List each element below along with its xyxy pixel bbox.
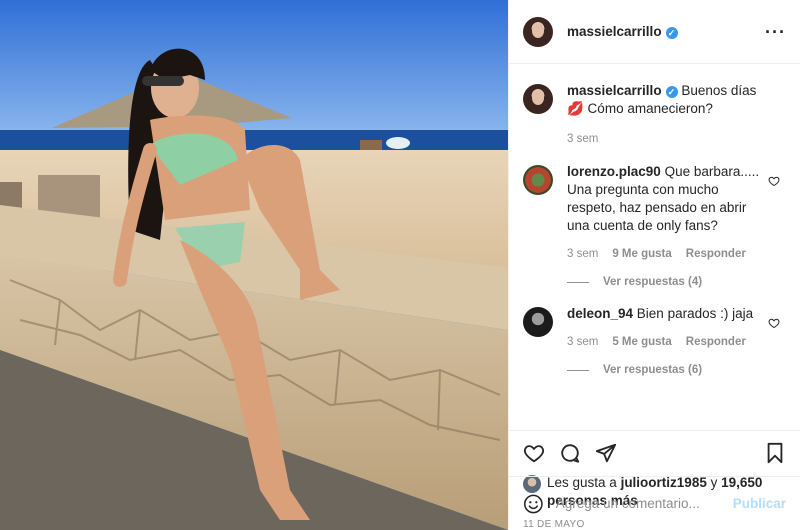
publish-button[interactable]: Publicar [733, 496, 786, 511]
verified-icon: ✓ [665, 27, 678, 39]
heart-icon[interactable] [523, 442, 545, 464]
post-sidebar: massielcarrillo ✓ ··· massielcarrillo ✓ Bu… [508, 0, 800, 530]
post-header: massielcarrillo ✓ ··· [509, 0, 800, 64]
emoji-icon[interactable] [523, 492, 544, 516]
list-item: deleon_94 Bien parados :) jaja 3 sem 5 M… [523, 305, 784, 348]
add-comment-bar: Publicar [509, 476, 800, 530]
caption-username[interactable]: massielcarrillo [567, 83, 662, 98]
comment-username[interactable]: deleon_94 [567, 306, 633, 321]
comment-username[interactable]: lorenzo.plac90 [567, 164, 661, 179]
comment-time[interactable]: 3 sem [567, 248, 598, 260]
bookmark-icon[interactable] [764, 442, 786, 464]
reply-button[interactable]: Responder [686, 336, 746, 348]
author-username[interactable]: massielcarrillo ✓ [567, 24, 678, 39]
post-photo[interactable] [0, 0, 508, 530]
view-replies-label: Ver respuestas (6) [603, 364, 703, 376]
caption-time[interactable]: 3 sem [567, 133, 598, 145]
avatar[interactable] [523, 307, 553, 337]
comment-icon[interactable] [559, 442, 581, 464]
beach-photo [0, 0, 508, 530]
comments-list: massielcarrillo ✓ Buenos días 💋 Cómo aman… [509, 64, 800, 430]
avatar[interactable] [523, 84, 553, 114]
heart-icon[interactable] [768, 317, 780, 329]
comment-time[interactable]: 3 sem [567, 336, 598, 348]
comment-input[interactable] [555, 496, 733, 511]
divider [567, 369, 589, 371]
avatar[interactable] [523, 165, 553, 195]
divider [567, 281, 589, 283]
caption: massielcarrillo ✓ Buenos días 💋 Cómo aman… [523, 82, 784, 145]
view-replies-button[interactable]: Ver respuestas (4) [567, 276, 784, 288]
verified-icon: ✓ [665, 86, 678, 98]
comment-text: Bien parados :) jaja [636, 306, 754, 321]
reply-button[interactable]: Responder [686, 248, 746, 260]
comment-likes[interactable]: 5 Me gusta [612, 336, 671, 348]
instagram-post: massielcarrillo ✓ ··· massielcarrillo ✓ Bu… [0, 0, 800, 530]
action-bar [509, 430, 800, 474]
avatar[interactable] [523, 16, 553, 47]
list-item: lorenzo.plac90 Que barbara..... Una preg… [523, 163, 784, 260]
more-icon[interactable]: ··· [765, 23, 786, 41]
view-replies-label: Ver respuestas (4) [603, 276, 703, 288]
view-replies-button[interactable]: Ver respuestas (6) [567, 364, 784, 376]
share-icon[interactable] [595, 442, 617, 464]
comment-likes[interactable]: 9 Me gusta [612, 248, 671, 260]
heart-icon[interactable] [768, 175, 780, 187]
